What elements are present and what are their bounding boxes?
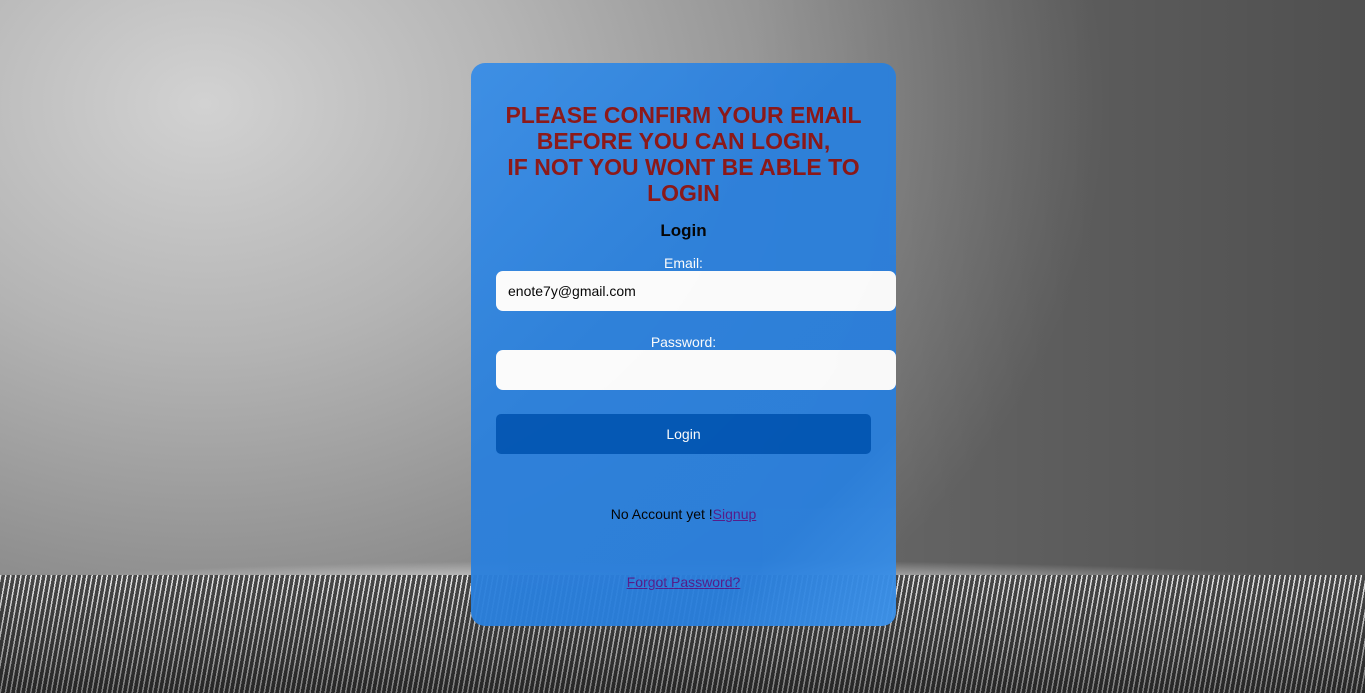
forgot-row: Forgot Password? [471,574,896,590]
warning-line: IF NOT YOU WONT BE ABLE TO [507,154,860,180]
login-button[interactable]: Login [496,414,871,454]
no-account-text: No Account yet ! [610,506,713,522]
login-title: Login [660,221,707,240]
forgot-password-link[interactable]: Forgot Password? [627,574,741,590]
confirm-email-warning: PLEASE CONFIRM YOUR EMAIL BEFORE YOU CAN… [471,102,896,206]
signup-link[interactable]: Signup [713,506,757,522]
email-field[interactable]: enote7y@gmail.com [496,271,896,311]
warning-line: BEFORE YOU CAN LOGIN, [536,128,831,154]
email-field-value: enote7y@gmail.com [508,283,636,299]
warning-line: PLEASE CONFIRM YOUR EMAIL [505,102,862,128]
signup-row: No Account yet !Signup [471,506,896,522]
email-label: Email: [664,255,703,271]
warning-line: LOGIN [647,180,720,206]
login-card: PLEASE CONFIRM YOUR EMAIL BEFORE YOU CAN… [471,63,896,626]
password-label: Password: [650,334,717,350]
password-field[interactable] [496,350,896,390]
